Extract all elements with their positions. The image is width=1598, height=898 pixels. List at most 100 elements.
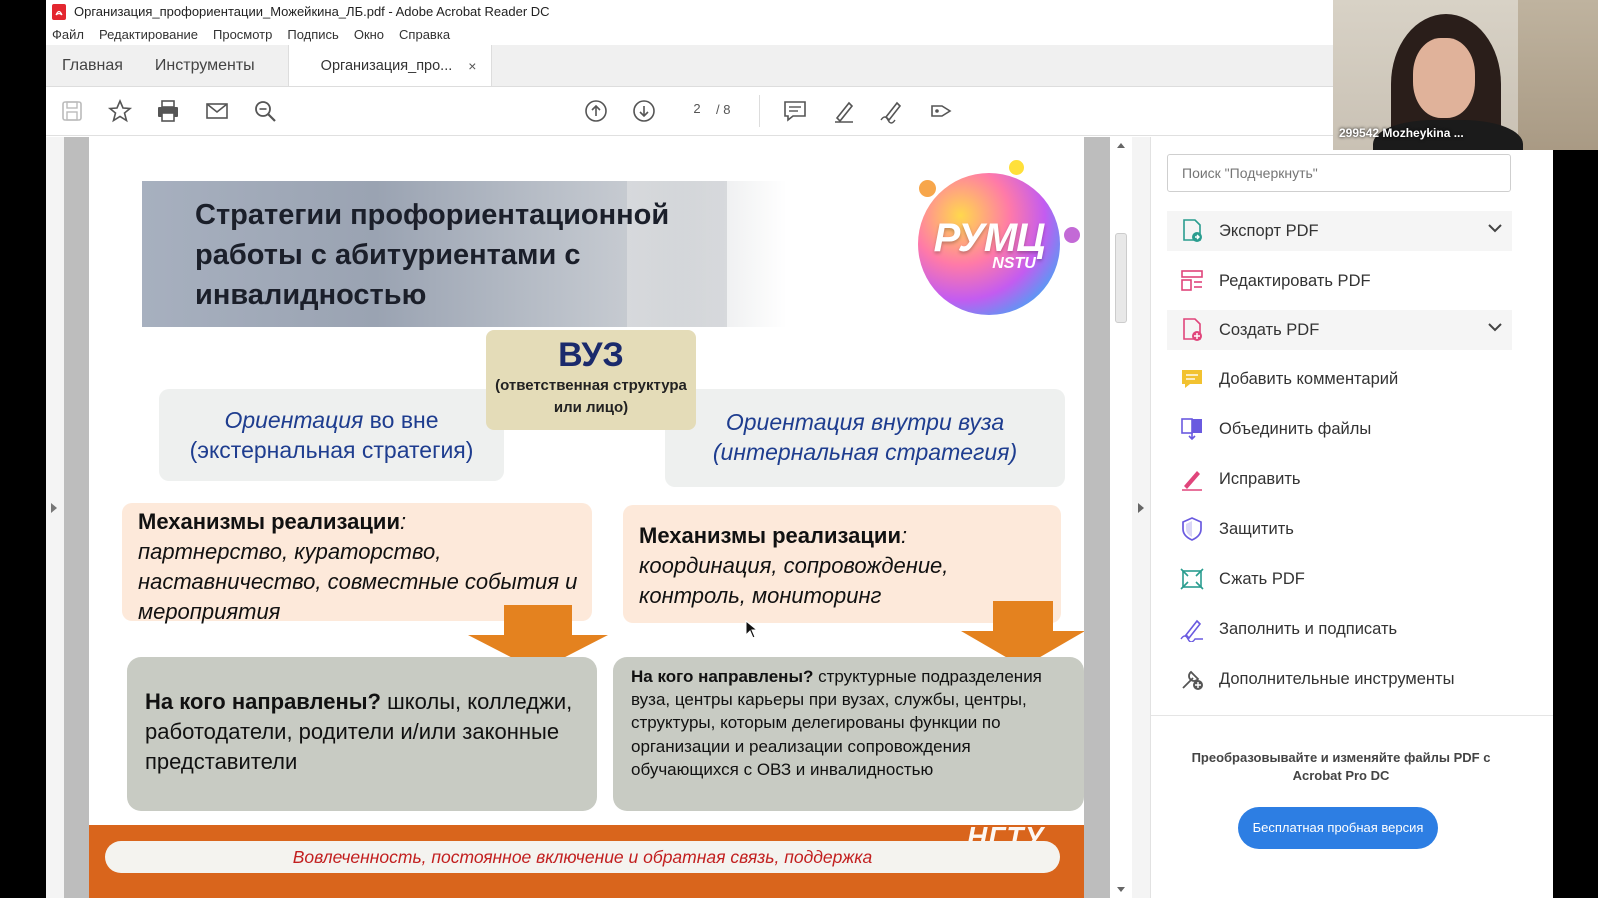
star-icon[interactable] (106, 97, 134, 125)
free-trial-button[interactable]: Бесплатная пробная версия (1238, 807, 1438, 849)
compress-pdf-icon (1177, 564, 1207, 594)
acrobat-window: Организация_профориентации_Можейкина_ЛБ.… (46, 0, 1553, 898)
tool-add-comment[interactable]: Добавить комментарий (1167, 359, 1512, 399)
tool-label: Заполнить и подписать (1219, 619, 1398, 638)
participant-face (1413, 38, 1475, 118)
title-bar: Организация_профориентации_Можейкина_ЛБ.… (46, 0, 1553, 23)
left-panel-toggle[interactable] (46, 137, 64, 898)
edit-pdf-icon (1177, 266, 1207, 296)
sign-icon[interactable] (878, 97, 906, 125)
scroll-down-icon[interactable] (1117, 887, 1125, 892)
external-rest: во вне (363, 407, 439, 433)
fix-icon (1177, 464, 1207, 494)
external-orientation-box: Ориентация во вне (экстернальная стратег… (159, 389, 504, 481)
tool-label: Объединить файлы (1219, 419, 1372, 438)
mechanisms-external-box: Механизмы реализации: партнерство, курат… (122, 503, 592, 624)
tab-home[interactable]: Главная (46, 45, 139, 86)
tool-label: Добавить комментарий (1219, 369, 1399, 388)
menu-help[interactable]: Справка (399, 27, 450, 42)
tool-label: Исправить (1219, 469, 1301, 488)
logo-dot-icon (1009, 160, 1024, 175)
vuz-box: ВУЗ (ответственная структура или лицо) (486, 330, 696, 430)
vuz-heading: ВУЗ (558, 336, 624, 374)
window-title: Организация_профориентации_Можейкина_ЛБ.… (74, 4, 550, 19)
chevron-down-icon[interactable] (1488, 223, 1502, 233)
pdf-page: Стратегии профориентационной работы с аб… (89, 137, 1084, 898)
document-area: Стратегии профориентационной работы с аб… (46, 137, 1150, 898)
comment-icon (1177, 364, 1207, 394)
share-tag-icon[interactable] (927, 97, 955, 125)
tool-compress-pdf[interactable]: Сжать PDF (1167, 559, 1512, 599)
create-pdf-icon (1177, 315, 1207, 345)
webcam-background (1518, 0, 1598, 150)
logo-dot-icon (1064, 227, 1080, 243)
tool-protect[interactable]: Защитить (1167, 509, 1512, 549)
tab-document-label: Организация_про... (320, 57, 453, 74)
tool-label: Создать PDF (1219, 320, 1320, 339)
scroll-thumb[interactable] (1115, 233, 1127, 323)
mechanisms-label: Механизмы реализации (639, 523, 901, 548)
tool-label: Сжать PDF (1219, 569, 1305, 588)
panel-divider (1151, 715, 1553, 716)
tool-fill-sign[interactable]: Заполнить и подписать (1167, 609, 1512, 649)
internal-orientation-box: Ориентация внутри вуза (интернальная стр… (665, 389, 1065, 487)
menu-file[interactable]: Файл (52, 27, 84, 42)
logo-sub-text: NSTU (992, 254, 1036, 272)
menu-view[interactable]: Просмотр (213, 27, 272, 42)
more-tools-icon (1177, 664, 1207, 694)
tool-label: Экспорт PDF (1219, 221, 1319, 240)
webcam-video: 299542 Mozheykina ... (1333, 0, 1598, 150)
tool-label: Дополнительные инструменты (1219, 669, 1455, 688)
comment-icon[interactable] (781, 97, 809, 125)
page-down-icon[interactable] (630, 97, 658, 125)
chevron-down-icon[interactable] (1488, 322, 1502, 332)
page-number-input[interactable]: 2 (682, 101, 712, 121)
close-tab-icon[interactable]: × (468, 58, 476, 74)
tool-edit-pdf[interactable]: Редактировать PDF (1167, 261, 1512, 301)
export-pdf-icon (1177, 216, 1207, 246)
target-question: На кого направлены? (145, 689, 381, 714)
combine-files-icon (1177, 414, 1207, 444)
participant-name: 299542 Mozheykina ... (1339, 126, 1464, 140)
rumc-logo: РУМЦ NSTU (918, 173, 1060, 315)
tab-tools[interactable]: Инструменты (139, 45, 271, 86)
internal-strategy: (интернальная стратегия) (712, 439, 1018, 465)
tool-export-pdf[interactable]: Экспорт PDF (1167, 211, 1512, 251)
shield-icon (1177, 514, 1207, 544)
scroll-up-icon[interactable] (1117, 143, 1125, 148)
external-word: Ориентация (224, 407, 364, 433)
logo-dot-icon (919, 180, 936, 197)
mail-icon[interactable] (203, 97, 231, 125)
acrobat-app-icon (52, 3, 66, 20)
menu-window[interactable]: Окно (354, 27, 384, 42)
collapse-right-icon (1138, 503, 1144, 513)
tool-fix[interactable]: Исправить (1167, 459, 1512, 499)
tool-label: Защитить (1219, 519, 1294, 538)
tab-document[interactable]: Организация_про... × (287, 45, 492, 86)
target-question: На кого направлены? (631, 667, 814, 686)
tool-label: Редактировать PDF (1219, 271, 1371, 290)
external-strategy: (экстернальная стратегия) (189, 437, 474, 463)
tool-combine-files[interactable]: Объединить файлы (1167, 409, 1512, 449)
fill-sign-icon (1177, 614, 1207, 644)
vuz-subtitle: (ответственная структура или лицо) (495, 377, 687, 416)
tools-panel: Экспорт PDF Редактировать PDF Создать PD… (1150, 137, 1553, 898)
zoom-out-icon[interactable] (251, 97, 279, 125)
slide-footer-text: Вовлеченность, постоянное включение и об… (105, 841, 1060, 873)
right-panel-toggle[interactable] (1132, 137, 1150, 898)
expand-left-icon (51, 503, 57, 513)
vertical-scrollbar[interactable] (1110, 137, 1132, 898)
menu-sign[interactable]: Подпись (287, 27, 338, 42)
toolbar-divider (759, 95, 760, 127)
print-icon[interactable] (154, 97, 182, 125)
highlight-pen-icon[interactable] (830, 97, 858, 125)
internal-line1: Ориентация внутри вуза (725, 409, 1005, 435)
search-input[interactable] (1167, 154, 1511, 192)
tool-more-tools[interactable]: Дополнительные инструменты (1167, 659, 1512, 699)
save-icon[interactable] (58, 97, 86, 125)
target-internal-box: На кого направлены? структурные подразде… (613, 657, 1084, 811)
tool-create-pdf[interactable]: Создать PDF (1167, 310, 1512, 350)
menu-edit[interactable]: Редактирование (99, 27, 198, 42)
menu-bar: Файл Редактирование Просмотр Подпись Окн… (46, 23, 1553, 45)
page-up-icon[interactable] (582, 97, 610, 125)
